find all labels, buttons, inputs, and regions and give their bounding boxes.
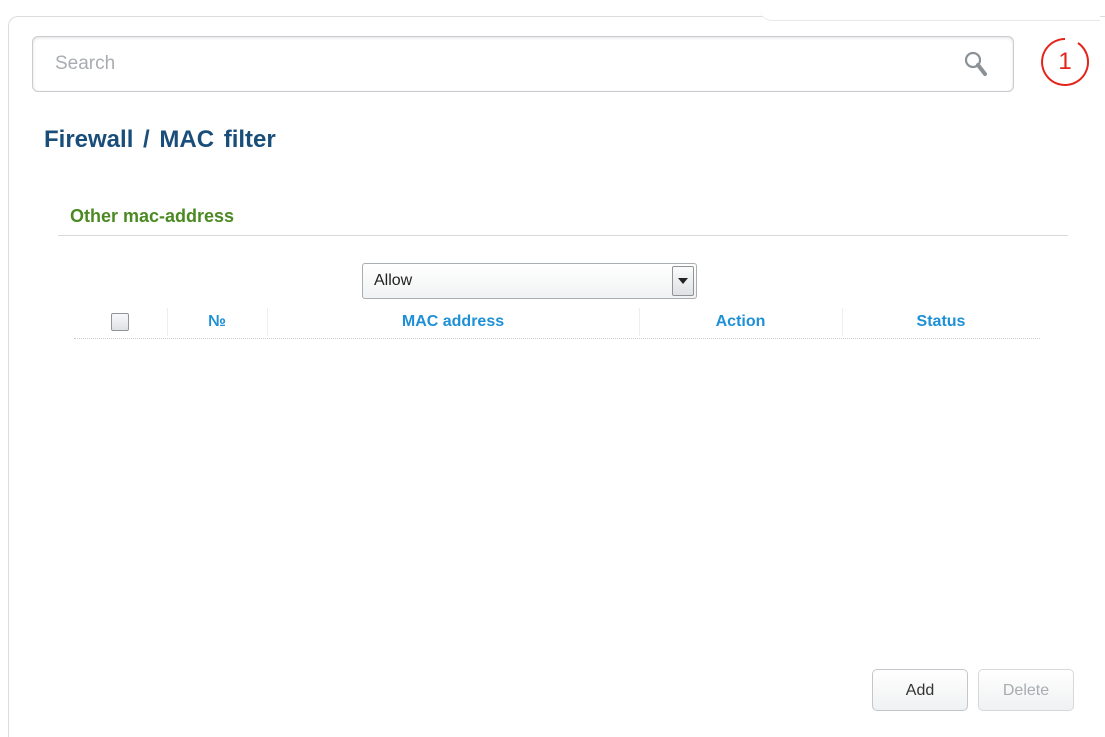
notification-badge[interactable]: 1 [1040, 37, 1090, 87]
column-number[interactable]: № [167, 306, 267, 338]
select-all-checkbox[interactable] [111, 313, 129, 331]
action-select[interactable]: Allow [362, 263, 697, 299]
section-divider [58, 235, 1068, 236]
column-mac-address[interactable]: MAC address [267, 306, 639, 338]
add-button[interactable]: Add [872, 669, 968, 711]
search-icon[interactable] [963, 50, 989, 78]
panel-tab-edge [760, 0, 1100, 21]
page-title: Firewall / MAC filter [44, 126, 276, 153]
content-panel [8, 16, 1105, 737]
action-select-value: Allow [374, 272, 413, 289]
column-action[interactable]: Action [639, 306, 842, 338]
table-header: № MAC address Action Status [74, 306, 1040, 339]
column-status[interactable]: Status [842, 306, 1040, 338]
notification-count: 1 [1058, 48, 1072, 75]
delete-button[interactable]: Delete [978, 669, 1074, 711]
chevron-down-icon[interactable] [672, 266, 694, 296]
section-title: Other mac-address [70, 206, 235, 226]
search-box [32, 36, 1014, 92]
search-input[interactable] [53, 47, 937, 81]
